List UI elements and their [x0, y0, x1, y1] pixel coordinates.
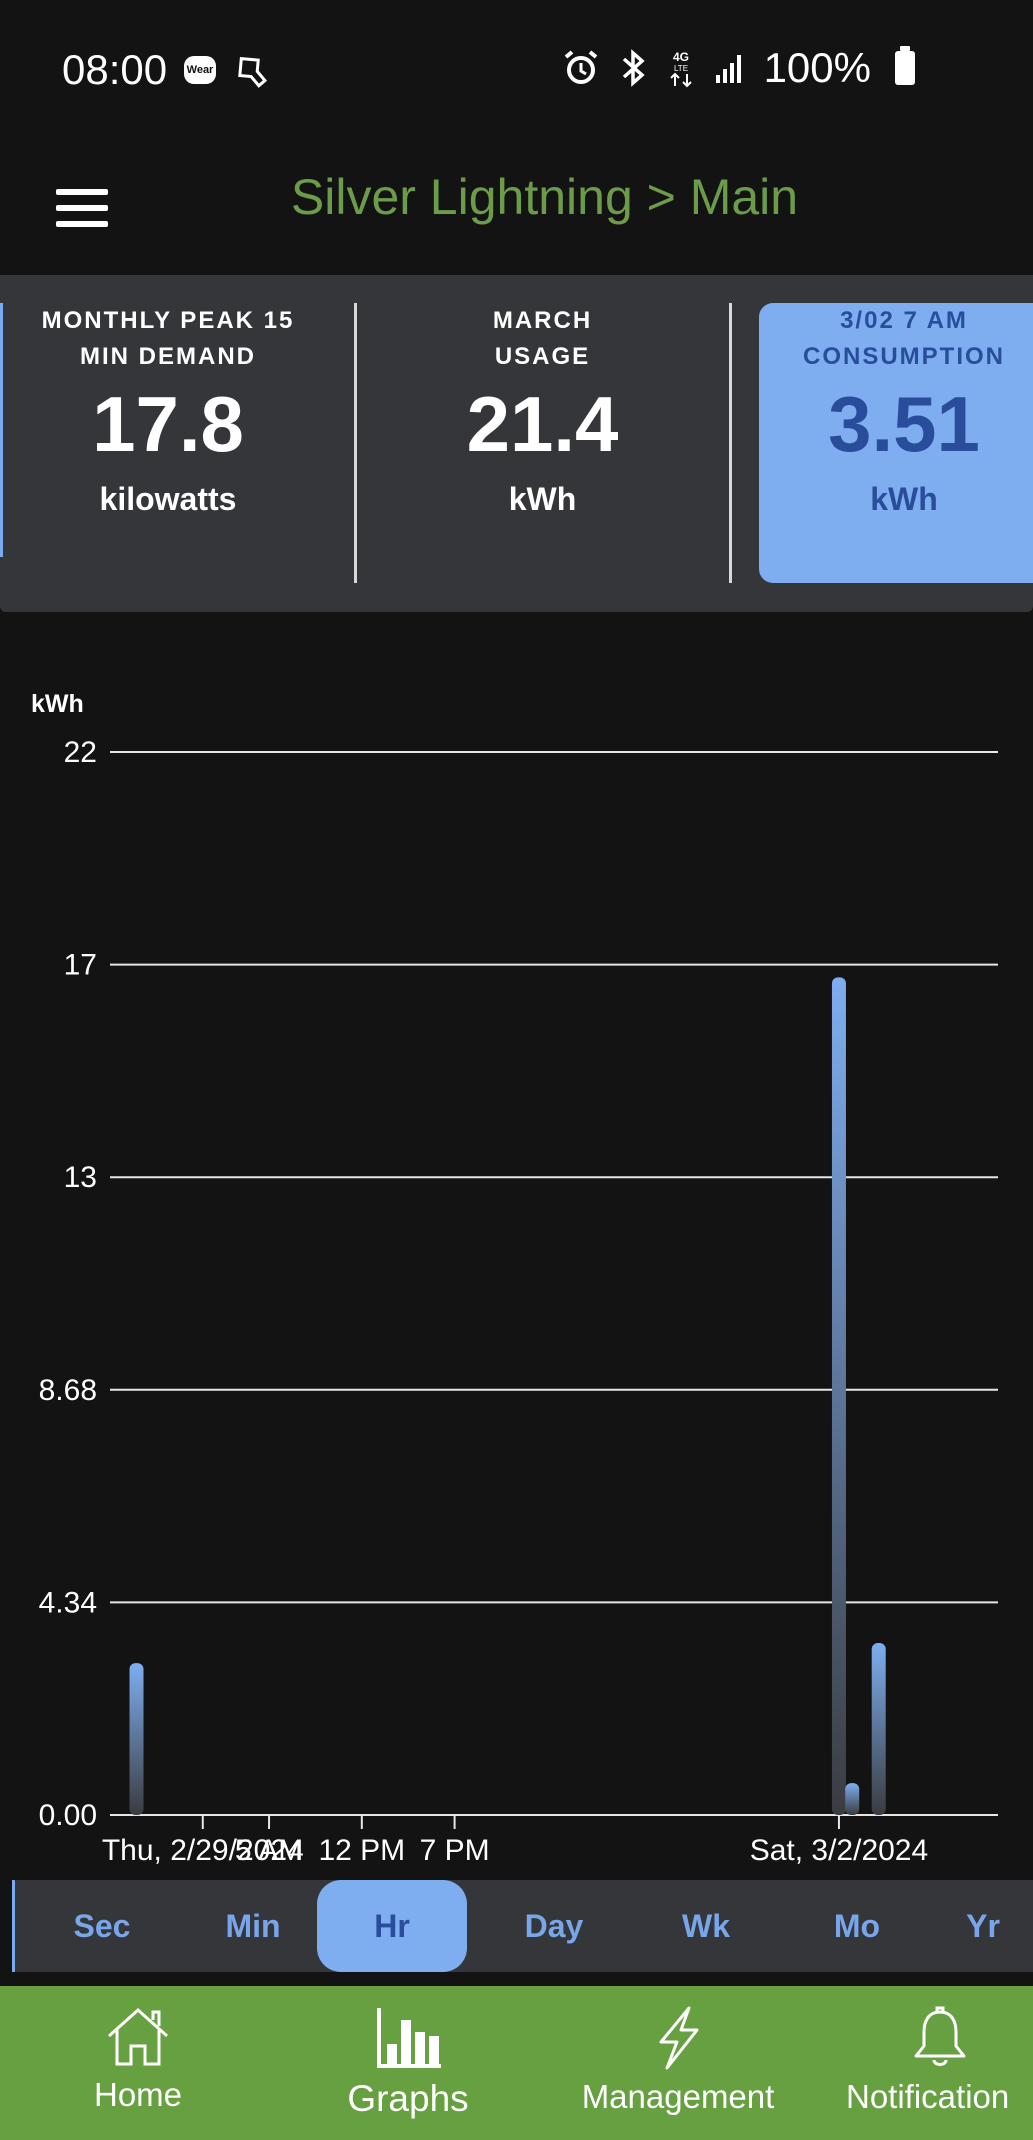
y-tick-label: 17 [64, 949, 97, 982]
nav-management-label: Management [581, 2078, 775, 2115]
tab-hr[interactable]: Hr [317, 1880, 467, 1972]
nav-notification-label: Notification [846, 2078, 1010, 2115]
flashlight-icon [238, 56, 268, 88]
summary-cards: MONTHLY PEAK 15 MIN DEMAND 17.8 kilowatts… [0, 275, 1033, 612]
battery-icon [895, 46, 915, 85]
card-value: 3.51 [828, 380, 980, 468]
usage-bar-chart[interactable]: kWh 2217138.684.340.00 Thu, 2/29/20245 A… [0, 690, 1033, 1870]
nav-management[interactable]: Management [568, 1986, 788, 2140]
y-tick-label: 0.00 [39, 1799, 97, 1832]
status-time: 08:00 [62, 46, 168, 93]
wear-icon: Wear [184, 56, 216, 84]
tab-sec[interactable]: Sec [27, 1880, 177, 1972]
page-title: Silver Lightning > Main [290, 169, 799, 225]
svg-text:4G: 4G [673, 50, 689, 64]
card-monthly-peak[interactable]: MONTHLY PEAK 15 MIN DEMAND 17.8 kilowatts [0, 303, 336, 583]
card-unit: kilowatts [99, 481, 237, 517]
chart-bar[interactable] [831, 977, 846, 1815]
bottom-navigation: Home Graphs Management Notification [0, 1986, 1033, 2140]
nav-home-label: Home [93, 2076, 183, 2113]
card-consumption-selected[interactable]: 3/02 7 AM CONSUMPTION 3.51 kWh [759, 303, 1033, 583]
tab-mo[interactable]: Mo [782, 1880, 932, 1972]
y-axis-label: kWh [31, 690, 84, 718]
app-bar: Silver Lightning > Main [0, 140, 1033, 275]
card-label: MARCH USAGE [492, 307, 593, 370]
x-tick-label: 12 PM [318, 1834, 405, 1867]
card-value: 17.8 [92, 380, 244, 468]
card-march-usage[interactable]: MARCH USAGE 21.4 kWh [356, 303, 729, 583]
card-unit: kWh [508, 481, 577, 517]
time-range-tabs: Sec Min Hr Day Wk Mo Yr [12, 1880, 1033, 1972]
tab-day[interactable]: Day [479, 1880, 629, 1972]
bell-icon [914, 2006, 965, 2066]
nav-graphs-label: Graphs [347, 2078, 469, 2119]
chart-bar[interactable] [845, 1783, 860, 1815]
alarm-icon [564, 50, 597, 84]
svg-text:LTE: LTE [674, 64, 688, 73]
nav-home[interactable]: Home [70, 1986, 206, 2140]
tabs-scroll-indicator [12, 1880, 15, 1972]
card-value: 21.4 [466, 380, 619, 468]
x-tick-label: 5 AM [235, 1834, 303, 1867]
card-label: MONTHLY PEAK 15 MIN DEMAND [41, 307, 295, 370]
card-unit: kWh [870, 481, 938, 517]
chart-bar[interactable] [871, 1643, 886, 1815]
card-divider [729, 303, 732, 583]
tab-min[interactable]: Min [178, 1880, 328, 1972]
y-tick-label: 4.34 [39, 1586, 97, 1619]
battery-percent: 100% [763, 44, 871, 91]
y-tick-label: 13 [64, 1161, 97, 1194]
status-bar: 08:00 Wear 4G LTE 100% [0, 0, 1033, 140]
4g-lte-icon: 4G LTE [669, 50, 692, 88]
home-icon [107, 2007, 169, 2066]
tab-yr[interactable]: Yr [933, 1880, 1033, 1972]
x-tick-label: Sat, 3/2/2024 [750, 1834, 928, 1867]
x-tick-label: 7 PM [420, 1834, 490, 1867]
bluetooth-icon [622, 49, 645, 87]
card-label: 3/02 7 AM CONSUMPTION [803, 307, 1005, 370]
chart-bar[interactable] [129, 1663, 144, 1815]
bar-chart-icon [377, 2008, 441, 2068]
y-tick-label: 22 [64, 736, 97, 769]
tab-wk[interactable]: Wk [631, 1880, 781, 1972]
lightning-icon [659, 2006, 699, 2070]
nav-notification[interactable]: Notification [846, 1986, 1033, 2140]
nav-graphs[interactable]: Graphs [330, 1986, 486, 2140]
signal-icon [715, 55, 741, 83]
y-tick-label: 8.68 [39, 1374, 97, 1407]
